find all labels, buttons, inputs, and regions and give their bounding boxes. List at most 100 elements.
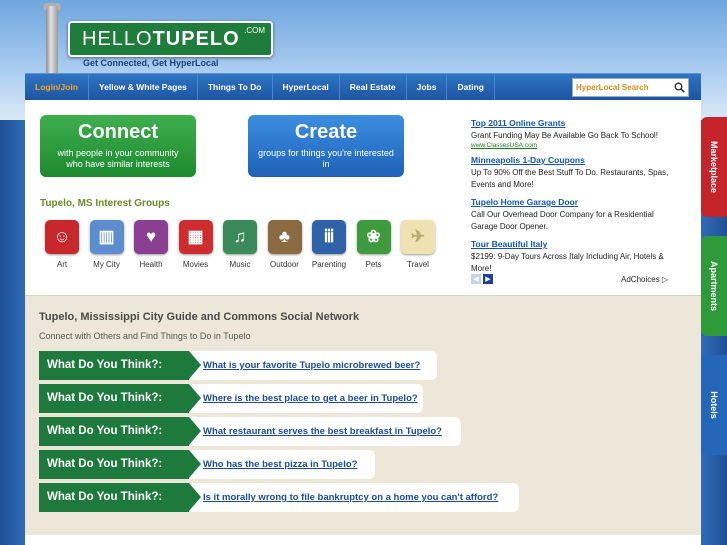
group-movies[interactable]: ▦ Movies [174,220,218,269]
group-outdoor[interactable]: ♣ Outdoor [263,220,307,269]
group-label: Health [139,260,163,269]
adchoices-icon: ▷ [661,275,669,284]
question-label: What Do You Think?: [39,450,201,479]
ad-text: Call Our Overhead Door Company for a Res… [471,210,654,231]
group-label: Music [229,260,251,269]
question-row: What Do You Think?: Is it morally wrong t… [39,483,519,512]
film-icon: ▦ [178,220,213,254]
group-my-city[interactable]: ▥ My City [85,220,129,269]
page: HELLOTUPELO .COM Get Connected, Get Hype… [25,0,701,545]
create-subtitle: groups for things you're interested in [258,148,394,169]
group-pets[interactable]: ❀ Pets [352,220,396,269]
group-label: Outdoor [270,260,299,269]
nav-things-to-do[interactable]: Things To Do [198,73,273,101]
music-note-icon: ♫ [223,220,257,254]
group-health[interactable]: ♥ Health [129,220,173,269]
tab-apartments[interactable]: Apartments [701,236,727,336]
question-row: What Do You Think?: Who has the best pizz… [39,450,375,479]
ad-item: Tour Beautiful Italy $2199: 9-Day Tours A… [471,239,671,275]
connect-button[interactable]: Connect with people in your community wh… [40,115,196,177]
tab-hotels[interactable]: Hotels [701,355,727,455]
question-link[interactable]: What is your favorite Tupelo microbrewed… [203,351,420,380]
group-label: Travel [407,260,429,269]
sign-post [46,6,58,73]
family-icon: ⅲ [312,220,346,254]
search-icon [674,82,685,93]
ad-text: Grant Funding May Be Available Go Back T… [471,131,658,140]
question-link[interactable]: Is it morally wrong to file bankruptcy o… [203,483,498,512]
ad-text: $2199: 9-Day Tours Across Italy Includin… [471,252,664,273]
ad-title-link[interactable]: Tour Beautiful Italy [471,239,671,249]
tab-hotels-label: Hotels [709,391,720,419]
tree-icon: ♣ [267,220,302,254]
ad-title-link[interactable]: Top 2011 Online Grants [471,118,671,128]
tab-marketplace-label: Marketplace [709,140,719,194]
footer-strip [25,535,701,545]
header: HELLOTUPELO .COM Get Connected, Get Hype… [25,0,701,73]
nav-real-estate[interactable]: Real Estate [340,73,407,101]
group-parenting[interactable]: ⅲ Parenting [307,220,351,269]
nav-login-join[interactable]: Login/Join [25,73,89,101]
question-row: What Do You Think?: What is your favorite… [39,351,437,380]
ad-title-link[interactable]: Minneapolis 1-Day Coupons [471,155,671,165]
nav-dating[interactable]: Dating [447,73,495,101]
interest-groups-heading: Tupelo, MS Interest Groups [40,198,170,209]
question-label: What Do You Think?: [39,417,201,446]
theater-masks-icon: ☺ [45,220,79,254]
group-art[interactable]: ☺ Art [40,220,84,269]
ad-next-button[interactable]: ▶ [483,274,493,284]
logo-text-main: HELLO [82,28,153,50]
ad-item: Top 2011 Online Grants Grant Funding May … [471,118,671,149]
search-box [572,78,689,97]
logo-suffix: .COM [244,26,265,35]
group-travel[interactable]: ✈ Travel [396,220,440,269]
tab-apartments-label: Apartments [709,260,720,312]
ad-pager: ◀ ▶ [471,274,493,284]
question-row: What Do You Think?: Where is the best pla… [39,384,423,413]
chevron-left-icon: ◀ [473,276,479,283]
ad-text: Up To 90% Off the Best Stuff To Do. Rest… [471,168,669,189]
airplane-icon: ✈ [401,220,435,254]
main-nav: Login/Join Yellow & White Pages Things T… [25,73,701,101]
section-subtitle: Connect with Others and Find Things to D… [39,331,251,341]
logo-text-bold: TUPELO [152,28,240,50]
ad-item: Minneapolis 1-Day Coupons Up To 90% Off t… [471,155,671,191]
section-title: Tupelo, Mississippi City Guide and Commo… [39,311,360,323]
ad-block: Top 2011 Online Grants Grant Funding May … [471,118,671,281]
adchoices-link[interactable]: AdChoices ▷ [621,275,668,284]
left-margin [0,120,25,545]
question-label: What Do You Think?: [39,483,201,512]
tagline: Get Connected, Get HyperLocal [83,58,219,68]
create-title: Create [294,121,358,143]
paw-icon: ❀ [356,220,391,254]
nav-jobs[interactable]: Jobs [407,73,448,101]
question-link[interactable]: Where is the best place to get a beer in… [203,384,418,413]
group-label: Art [56,260,68,269]
nav-hyperlocal[interactable]: HyperLocal [273,73,340,101]
question-link[interactable]: Who has the best pizza in Tupelo? [203,450,357,479]
group-label: Movies [182,260,209,269]
tab-marketplace[interactable]: Marketplace [701,117,727,217]
logo-text: HELLOTUPELO [82,28,240,51]
connect-subtitle: with people in your community who have s… [57,148,179,169]
connect-title: Connect [78,121,158,143]
search-input[interactable] [573,83,672,92]
ad-title-link[interactable]: Tupelo Home Garage Door [471,197,671,207]
search-button[interactable] [672,81,686,95]
city-icon: ▥ [89,220,124,254]
ad-item: Tupelo Home Garage Door Call Our Overhead… [471,197,671,233]
question-label: What Do You Think?: [39,384,201,413]
group-music[interactable]: ♫ Music [218,220,262,269]
create-button[interactable]: Create groups for things you're interest… [248,115,404,177]
logo[interactable]: HELLOTUPELO .COM [68,21,273,57]
question-link[interactable]: What restaurant serves the best breakfas… [203,417,442,446]
ad-url-link[interactable]: www.ClassesUSA.com [471,142,671,149]
chevron-right-icon: ▶ [485,276,491,283]
question-row: What Do You Think?: What restaurant serve… [39,417,461,446]
ad-prev-button[interactable]: ◀ [471,274,481,284]
group-label: Pets [365,260,382,269]
interest-groups: ☺ Art ▥ My City ♥ Health ▦ Movies ♫ Music ♣ Outdoor… [40,220,441,269]
adchoices-label: AdChoices [621,275,660,284]
question-label: What Do You Think?: [39,351,201,380]
nav-yellow-white-pages[interactable]: Yellow & White Pages [89,73,198,101]
